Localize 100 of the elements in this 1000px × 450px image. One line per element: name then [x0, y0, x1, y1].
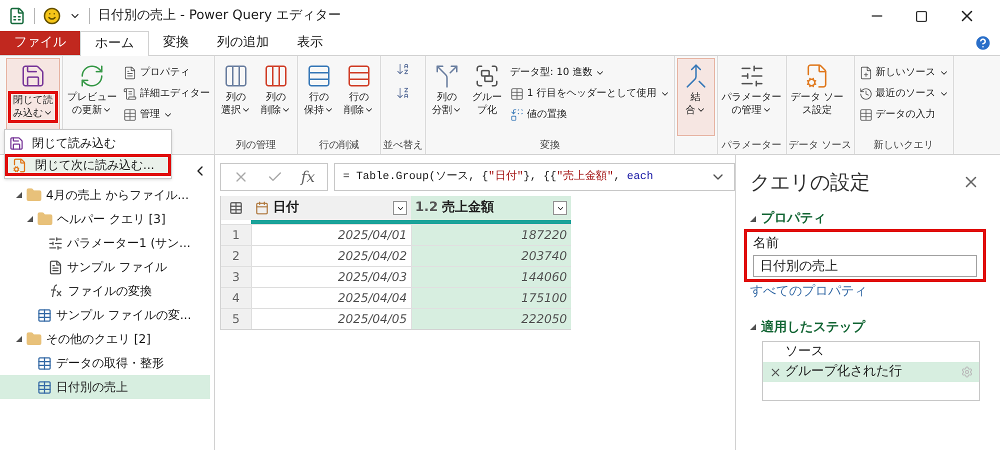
row-number: 4	[221, 288, 251, 308]
parameters-icon	[738, 63, 765, 89]
query-item[interactable]: パラメーター1 (サン...	[0, 231, 210, 255]
ribbon-button[interactable]: 管理	[121, 104, 212, 125]
ribbon-button[interactable]: 行の 削除	[340, 58, 378, 136]
rows-icon	[306, 63, 332, 89]
table-icon	[37, 356, 52, 370]
spreadsheet-app-icon	[8, 7, 26, 25]
function-button[interactable]: fx	[301, 166, 316, 188]
query-item[interactable]: その他のクエリ [2]	[0, 327, 210, 351]
group-label: 並べ替え	[383, 140, 423, 151]
query-item[interactable]: サンプル ファイルの変...	[0, 303, 210, 327]
group-label: 新しいクエリ	[874, 140, 934, 151]
table-cell: 144060	[411, 267, 571, 287]
table-icon	[37, 380, 52, 394]
clock-icon	[858, 86, 873, 100]
ribbon-tab[interactable]: ホーム	[80, 31, 149, 56]
ribbon-button[interactable]: 詳細エディター	[121, 83, 212, 104]
column-header[interactable]: 日付	[251, 196, 411, 220]
sort-ascending-icon	[396, 62, 410, 76]
name-field[interactable]: 日付別の売上	[753, 255, 977, 277]
row-number: 2	[221, 246, 251, 266]
filter-button[interactable]	[553, 201, 567, 215]
columns-icon	[263, 63, 289, 89]
section-heading: 適用したステップ	[761, 318, 865, 336]
maximize-icon[interactable]	[915, 10, 928, 22]
query-item[interactable]: 日付別の売上	[0, 375, 210, 399]
ribbon-button[interactable]: 新しいソース	[856, 62, 951, 83]
row-number: 5	[221, 309, 251, 329]
query-item[interactable]: ヘルパー クエリ [3]	[0, 207, 210, 231]
ribbon-tab[interactable]: 変換	[149, 31, 203, 55]
ribbon-button[interactable]: 列の 分割	[428, 58, 466, 136]
group-label: データ ソース	[788, 140, 852, 151]
step-item[interactable]: グループ化された行	[763, 362, 979, 382]
row-number: 1	[221, 225, 251, 245]
filter-button[interactable]	[393, 201, 407, 215]
step-item[interactable]: ソース	[763, 342, 979, 362]
ribbon-button[interactable]: 1 行目をヘッダーとして使用	[508, 83, 672, 104]
ribbon-button[interactable]: データの入力	[856, 104, 951, 125]
all-properties-link[interactable]: すべてのプロパティ	[750, 282, 980, 302]
type-label: 1.2	[415, 199, 438, 218]
parameter-icon	[48, 236, 63, 250]
rows-icon	[346, 63, 372, 89]
query-item[interactable]: データの取得・整形	[0, 351, 210, 375]
ribbon-button[interactable]: 値の置換	[508, 104, 672, 125]
ribbon-button[interactable]: 結 合	[676, 58, 715, 136]
ribbon-button[interactable]: 最近のソース	[856, 83, 951, 104]
group-label: 変換	[540, 140, 560, 151]
column-header[interactable]: 1.2 売上金額	[411, 196, 571, 220]
expand-triangle-icon[interactable]	[750, 324, 756, 330]
help-icon[interactable]	[974, 34, 992, 52]
table-icon	[510, 86, 524, 100]
group-label: パラメーター	[722, 140, 782, 151]
ribbon-button[interactable]: データ ソー ス設定	[788, 58, 846, 136]
ribbon-button[interactable]: データ型: 10 進数	[508, 62, 672, 83]
table-icon	[858, 108, 873, 122]
formula-field[interactable]: = Table.Group(ソース, {"日付"}, {{"売上金額", each	[334, 163, 735, 191]
group-label: 行の削減	[319, 140, 359, 151]
ribbon-button[interactable]: グルー プ化	[468, 58, 506, 136]
sort-descending-icon	[396, 86, 410, 100]
panel-title: クエリの設定	[750, 169, 870, 196]
query-item[interactable]: ファイルの変換	[0, 279, 210, 303]
document-gear-icon	[12, 158, 27, 172]
document-icon	[48, 260, 63, 274]
delete-step-icon[interactable]	[769, 366, 782, 378]
ribbon-tab[interactable]: 表示	[283, 31, 337, 55]
group-icon	[474, 63, 500, 89]
group-label: 列の管理	[236, 140, 276, 151]
formula-text: = Table.Group(ソース, {"日付"}, {{"売上金額", each	[343, 168, 654, 185]
new-document-icon	[858, 66, 873, 80]
ribbon-button[interactable]: 列の 削除	[257, 58, 295, 136]
expand-triangle-icon[interactable]	[16, 336, 22, 342]
folder-icon	[37, 211, 53, 227]
column-title: 日付	[273, 199, 299, 218]
columns-icon	[223, 63, 249, 89]
step-label: グループ化された行	[785, 363, 902, 382]
ribbon-button[interactable]: パラメーター の管理	[720, 58, 784, 136]
file-tab[interactable]: ファイル	[0, 31, 80, 55]
expand-triangle-icon[interactable]	[750, 216, 756, 222]
query-item[interactable]: サンプル ファイル	[0, 255, 210, 279]
document-icon	[123, 66, 137, 80]
folder-icon	[26, 187, 42, 203]
menu-item[interactable]: 閉じて次に読み込む...	[5, 154, 171, 176]
query-item[interactable]: 4月の売上 からファイル...	[0, 183, 210, 207]
table-cell: 187220	[411, 225, 571, 245]
row-number: 3	[221, 267, 251, 287]
section-heading: プロパティ	[761, 210, 826, 228]
smiley-icon[interactable]	[43, 7, 61, 25]
ribbon-button[interactable]: 行の 保持	[300, 58, 338, 136]
field-label: 名前	[753, 234, 780, 252]
expand-triangle-icon[interactable]	[27, 216, 33, 222]
table-menu-icon[interactable]	[229, 201, 243, 215]
expand-triangle-icon[interactable]	[16, 192, 22, 198]
function-icon	[48, 283, 64, 299]
ribbon-button[interactable]: 列の 選択	[217, 58, 255, 136]
table-icon	[123, 108, 137, 122]
table-cell: 222050	[411, 309, 571, 329]
ribbon-tab[interactable]: 列の追加	[203, 31, 283, 55]
window-title: 日付別の売上 - Power Query エディター	[98, 7, 342, 26]
ribbon-button[interactable]: プロパティ	[121, 62, 212, 83]
